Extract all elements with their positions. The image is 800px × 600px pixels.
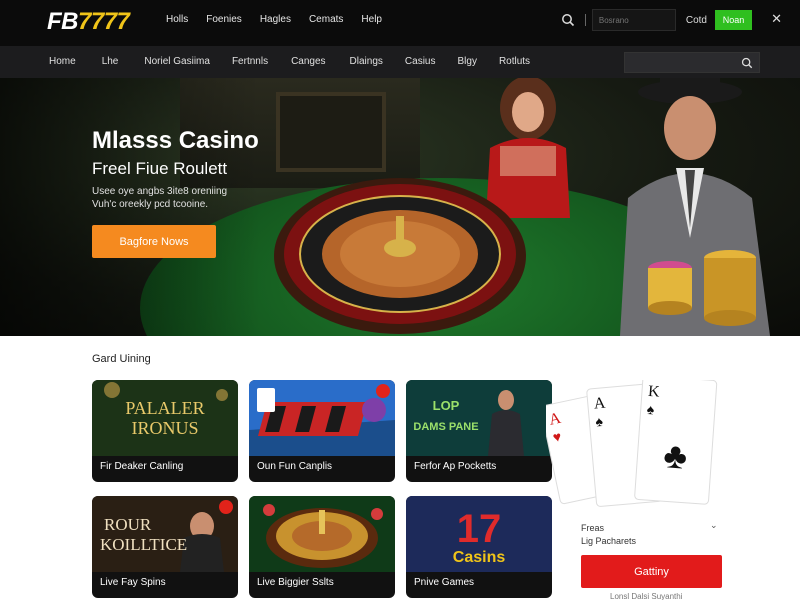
game-title: Pnive Games bbox=[414, 577, 475, 588]
promo-footer-text: Lonsl Dalsi Suyanthi bbox=[610, 592, 683, 600]
nav-item[interactable]: Lhe bbox=[102, 56, 119, 67]
close-icon[interactable]: ✕ bbox=[771, 11, 782, 27]
top-nav: Holls Foenies Hagles Cemats Help bbox=[166, 14, 400, 25]
nav-item[interactable]: Blgy bbox=[457, 56, 476, 67]
game-card[interactable]: LOP DAMS PANE Ferfor Ap Pocketts bbox=[406, 380, 552, 482]
playing-cards-image: A ♥ A ♠ K ♠ ♣ bbox=[546, 380, 718, 507]
game-thumbnail: PALALER IRONUS bbox=[92, 380, 238, 456]
game-card[interactable]: PALALER IRONUS Fir Deaker Canling bbox=[92, 380, 238, 482]
game-title: Live Fay Spins bbox=[100, 577, 166, 588]
nav-item-home[interactable]: Home bbox=[49, 56, 76, 67]
login-link[interactable]: Cotd bbox=[686, 15, 707, 26]
game-art-text: LOP bbox=[433, 398, 460, 413]
game-title: Live Biggier Sslts bbox=[257, 577, 334, 588]
nav-item[interactable]: Canges bbox=[291, 56, 325, 67]
divider bbox=[584, 14, 586, 26]
card-rank: K bbox=[647, 383, 660, 401]
game-thumbnail: LOP DAMS PANE bbox=[406, 380, 552, 456]
game-art-text: IRONUS bbox=[131, 418, 198, 438]
hero-description: Usee oye angbs 3ite8 oreniing Vuh'c oree… bbox=[92, 186, 228, 210]
game-title: Fir Deaker Canling bbox=[100, 461, 184, 472]
roulette-wheel-image bbox=[274, 178, 526, 334]
top-nav-item[interactable]: Foenies bbox=[206, 14, 242, 25]
game-thumbnail: ROUR KOILLTICE bbox=[92, 496, 238, 572]
hot-badge bbox=[219, 500, 233, 514]
search-icon[interactable] bbox=[741, 57, 753, 69]
game-title: Ferfor Ap Pocketts bbox=[414, 461, 497, 472]
nav-search-input[interactable] bbox=[624, 52, 760, 73]
promo-subtitle: Lig Pacharets bbox=[581, 536, 637, 546]
club-icon: ♣ bbox=[662, 434, 688, 477]
game-card[interactable]: Oun Fun Canplis bbox=[249, 380, 395, 482]
game-art-text: PALALER bbox=[125, 398, 204, 418]
game-card[interactable]: Live Biggier Sslts bbox=[249, 496, 395, 598]
search-icon[interactable] bbox=[561, 13, 575, 27]
game-card[interactable]: ROUR KOILLTICE Live Fay Spins bbox=[92, 496, 238, 598]
game-card[interactable]: 17 Casins Pnive Games bbox=[406, 496, 552, 598]
hero-background-frame bbox=[276, 92, 386, 172]
section-title: Gard Uining bbox=[92, 353, 151, 365]
top-nav-item[interactable]: Hagles bbox=[260, 14, 291, 25]
top-nav-item[interactable]: Help bbox=[361, 14, 382, 25]
card-rank: A bbox=[593, 395, 606, 413]
game-art-text: Casins bbox=[453, 549, 506, 566]
top-actions: Cotd Noan ✕ bbox=[561, 9, 782, 31]
nav-item[interactable]: Casius bbox=[405, 56, 436, 67]
game-thumbnail bbox=[249, 496, 395, 572]
top-bar: FB7777 Holls Foenies Hagles Cemats Help … bbox=[0, 0, 800, 46]
hero-title: Mlasss Casino bbox=[92, 127, 259, 154]
game-thumbnail bbox=[249, 380, 395, 456]
promo-button[interactable]: Gattiny bbox=[581, 555, 722, 588]
search-input[interactable] bbox=[591, 9, 676, 31]
hero-subtitle: Freel Fiue Roulett bbox=[92, 159, 228, 178]
site-logo[interactable]: FB7777 bbox=[47, 8, 130, 36]
promo-title: Freas bbox=[581, 523, 605, 533]
nav-item[interactable]: Fertnnls bbox=[232, 56, 268, 67]
hero-banner: Mlasss Casino Freel Fiue Roulett Usee oy… bbox=[0, 78, 800, 336]
nav-item[interactable]: Noriel Gasiima bbox=[144, 56, 210, 67]
top-nav-item[interactable]: Holls bbox=[166, 14, 188, 25]
nav-item[interactable]: Dlaings bbox=[350, 56, 383, 67]
game-title: Oun Fun Canplis bbox=[257, 461, 333, 472]
register-button[interactable]: Noan bbox=[715, 10, 752, 30]
game-art-text: 17 bbox=[457, 507, 502, 551]
main-nav: Home Lhe Noriel Gasiima Fertnnls Canges … bbox=[49, 56, 530, 67]
chevron-down-icon[interactable]: ⌄ bbox=[710, 520, 718, 531]
game-art-text: DAMS PANE bbox=[413, 421, 478, 433]
nav-item[interactable]: Rotluts bbox=[499, 56, 530, 67]
main-navbar: Home Lhe Noriel Gasiima Fertnnls Canges … bbox=[0, 46, 800, 78]
top-nav-item[interactable]: Cemats bbox=[309, 14, 343, 25]
hot-badge bbox=[376, 384, 390, 398]
game-thumbnail: 17 Casins bbox=[406, 496, 552, 572]
coin-stack-image bbox=[648, 250, 756, 326]
hero-cta-button[interactable]: Bagfore Nows bbox=[92, 225, 216, 258]
game-art-text: KOILLTICE bbox=[100, 535, 187, 554]
game-art-text: ROUR bbox=[104, 515, 152, 534]
